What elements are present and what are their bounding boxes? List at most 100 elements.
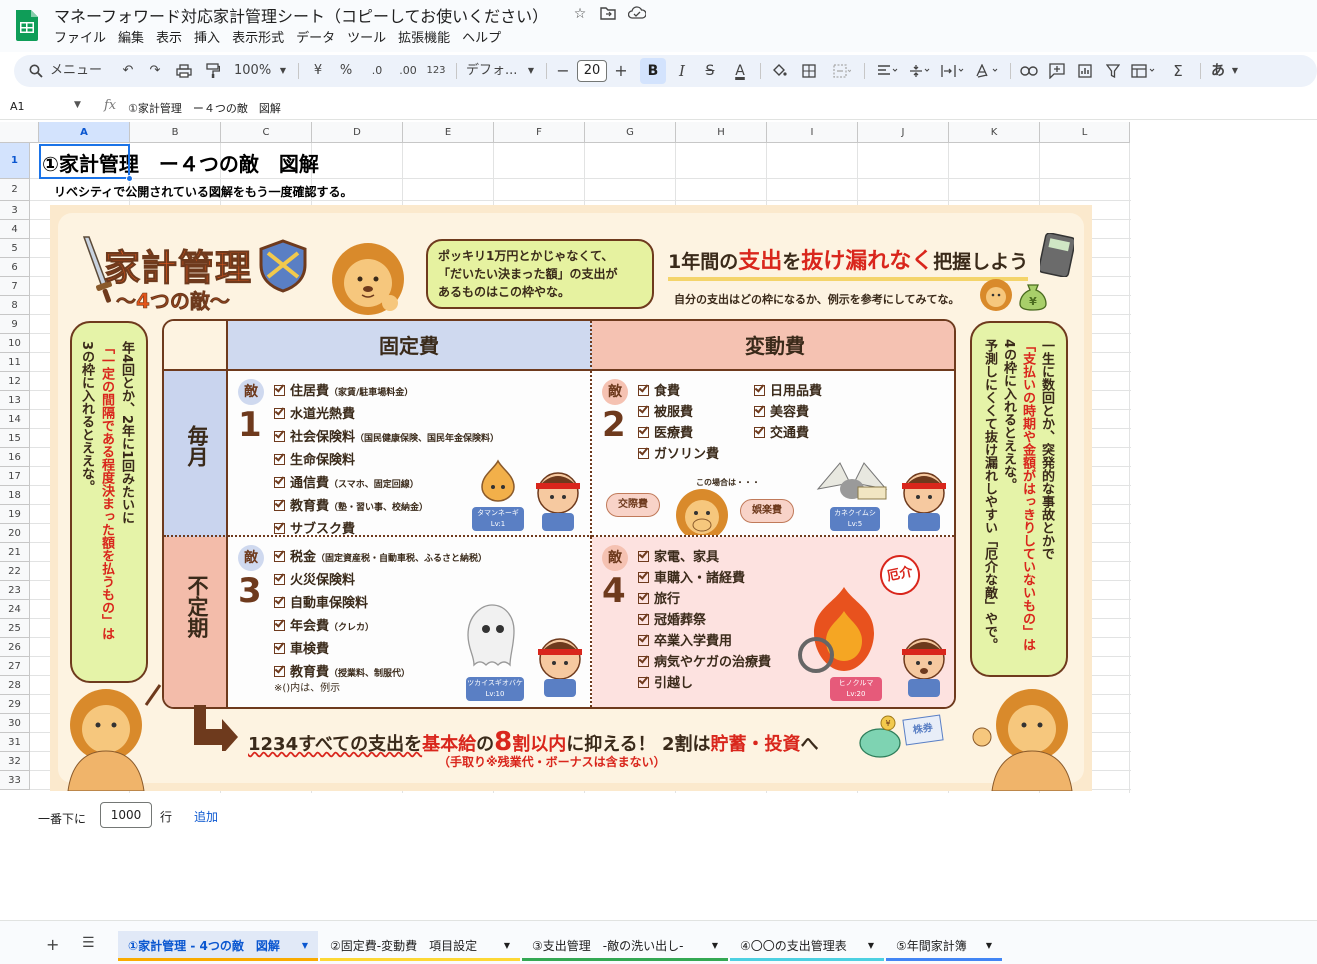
sheet-tab-5[interactable]: ⑤年間家計簿 ▼ — [886, 931, 1002, 961]
font-dropdown-icon[interactable]: ▼ — [526, 55, 536, 87]
row-header-12[interactable]: 12 — [0, 372, 30, 391]
percent-format-button[interactable]: % — [338, 55, 354, 87]
row-header-2[interactable]: 2 — [0, 179, 30, 201]
menu-insert[interactable]: 挿入 — [194, 27, 227, 46]
menu-tools[interactable]: ツール — [347, 27, 393, 46]
row-header-16[interactable]: 16 — [0, 448, 30, 467]
sheet-tab-2-dropdown-icon[interactable]: ▼ — [504, 931, 510, 961]
column-header-b[interactable]: B — [130, 122, 221, 143]
insert-chart-icon[interactable] — [1074, 55, 1096, 87]
horizontal-align-icon[interactable] — [874, 55, 902, 87]
row-header-27[interactable]: 27 — [0, 657, 30, 676]
select-all-corner[interactable] — [0, 122, 39, 143]
bold-button[interactable]: B — [640, 58, 666, 84]
column-header-c[interactable]: C — [221, 122, 312, 143]
column-header-d[interactable]: D — [312, 122, 403, 143]
sheet-tab-4[interactable]: ④〇〇の支出管理表 ▼ — [730, 931, 884, 961]
row-header-19[interactable]: 19 — [0, 505, 30, 524]
column-header-g[interactable]: G — [585, 122, 676, 143]
row-header-13[interactable]: 13 — [0, 391, 30, 410]
filter-icon[interactable] — [1102, 55, 1124, 87]
row-header-15[interactable]: 15 — [0, 429, 30, 448]
row-header-23[interactable]: 23 — [0, 581, 30, 600]
household-budget-infographic[interactable]: 家計管理 〜4つの敵〜 ポッキリ1万円とかじゃなくて、 「だいたい決まった額」の… — [50, 205, 1092, 791]
column-header-i[interactable]: I — [767, 122, 858, 143]
search-menus-input[interactable]: メニュー — [50, 55, 102, 87]
column-header-l[interactable]: L — [1040, 122, 1130, 143]
decrease-decimal-button[interactable]: .0 — [366, 55, 388, 87]
sheet-grid[interactable]: ABCDEFGHIJKL 1 2 3 4 5 6 7 8 9 10 11 12 13 14 15 16 17 18… — [0, 122, 1131, 793]
filter-views-icon[interactable] — [1128, 55, 1160, 87]
increase-font-size-icon[interactable]: + — [614, 55, 628, 87]
sheet-tab-1-dropdown-icon[interactable]: ▼ — [302, 931, 308, 961]
text-rotation-icon[interactable] — [972, 55, 1002, 87]
sheet-tab-3[interactable]: ③支出管理 -敵の洗い出し- ▼ — [522, 931, 728, 961]
insert-link-icon[interactable] — [1018, 55, 1040, 87]
sheet-tab-5-dropdown-icon[interactable]: ▼ — [986, 931, 992, 961]
column-header-h[interactable]: H — [676, 122, 767, 143]
row-header-1[interactable]: 1 — [0, 143, 30, 179]
sheet-tab-2[interactable]: ②固定費-変動費 項目設定 ▼ — [320, 931, 520, 961]
undo-icon[interactable]: ↶ — [118, 55, 138, 87]
more-formats-button[interactable]: 123 — [424, 55, 448, 87]
sheet-tab-3-dropdown-icon[interactable]: ▼ — [712, 931, 718, 961]
sheets-logo-icon[interactable] — [14, 8, 40, 42]
row-header-3[interactable]: 3 — [0, 201, 30, 220]
menu-data[interactable]: データ — [296, 27, 342, 46]
add-sheet-icon[interactable]: + — [46, 935, 59, 954]
document-title[interactable]: マネーフォワード対応家計管理シート（コピーしてお使いください） — [54, 3, 548, 27]
cloud-status-icon[interactable] — [627, 6, 647, 22]
text-wrapping-icon[interactable] — [938, 55, 968, 87]
row-header-28[interactable]: 28 — [0, 676, 30, 695]
row-header-14[interactable]: 14 — [0, 410, 30, 429]
row-header-24[interactable]: 24 — [0, 600, 30, 619]
row-header-21[interactable]: 21 — [0, 543, 30, 562]
move-to-folder-icon[interactable] — [600, 6, 616, 22]
menu-file[interactable]: ファイル — [54, 27, 113, 46]
row-header-18[interactable]: 18 — [0, 486, 30, 505]
add-rows-button[interactable]: 追加 — [194, 808, 218, 825]
decrease-font-size-icon[interactable]: − — [556, 55, 570, 87]
row-header-4[interactable]: 4 — [0, 220, 30, 239]
print-icon[interactable] — [173, 55, 195, 87]
search-icon[interactable] — [28, 55, 44, 87]
sheet-tab-4-dropdown-icon[interactable]: ▼ — [868, 931, 874, 961]
borders-icon[interactable] — [800, 55, 818, 87]
column-header-e[interactable]: E — [403, 122, 494, 143]
font-size-input[interactable]: 20 — [577, 60, 607, 82]
row-header-25[interactable]: 25 — [0, 619, 30, 638]
menu-format[interactable]: 表示形式 — [232, 27, 291, 46]
menu-view[interactable]: 表示 — [156, 27, 189, 46]
sheet-tab-1[interactable]: ①家計管理 - 4つの敵 図解 ▼ — [118, 931, 318, 961]
cell-a2-text[interactable]: リベシティで公開されている図解をもう一度確認する。 — [54, 183, 353, 200]
column-header-a[interactable]: A — [39, 122, 130, 143]
name-box-dropdown-icon[interactable]: ▼ — [74, 100, 81, 110]
zoom-dropdown-icon[interactable]: ▼ — [278, 55, 288, 87]
star-icon[interactable]: ☆ — [572, 6, 588, 22]
row-header-26[interactable]: 26 — [0, 638, 30, 657]
row-header-7[interactable]: 7 — [0, 277, 30, 296]
text-color-button[interactable]: A — [730, 55, 750, 87]
all-sheets-menu-icon[interactable]: ☰ — [82, 935, 95, 951]
row-header-22[interactable]: 22 — [0, 562, 30, 581]
row-header-10[interactable]: 10 — [0, 334, 30, 353]
merge-cells-icon[interactable] — [830, 55, 854, 87]
add-rows-count-input[interactable]: 1000 — [100, 802, 152, 828]
row-header-32[interactable]: 32 — [0, 752, 30, 771]
row-header-9[interactable]: 9 — [0, 315, 30, 334]
italic-button[interactable]: I — [674, 55, 690, 87]
row-header-17[interactable]: 17 — [0, 467, 30, 486]
row-header-5[interactable]: 5 — [0, 239, 30, 258]
menu-extensions[interactable]: 拡張機能 — [398, 27, 457, 46]
menu-edit[interactable]: 編集 — [118, 27, 151, 46]
paint-format-icon[interactable] — [202, 55, 224, 87]
column-header-f[interactable]: F — [494, 122, 585, 143]
font-family-select[interactable]: デフォ... — [466, 55, 517, 87]
column-header-k[interactable]: K — [949, 122, 1040, 143]
menu-help[interactable]: ヘルプ — [462, 27, 508, 46]
input-tools-dropdown-icon[interactable]: ▼ — [1230, 55, 1240, 87]
row-header-31[interactable]: 31 — [0, 733, 30, 752]
row-header-30[interactable]: 30 — [0, 714, 30, 733]
row-header-20[interactable]: 20 — [0, 524, 30, 543]
row-header-11[interactable]: 11 — [0, 353, 30, 372]
